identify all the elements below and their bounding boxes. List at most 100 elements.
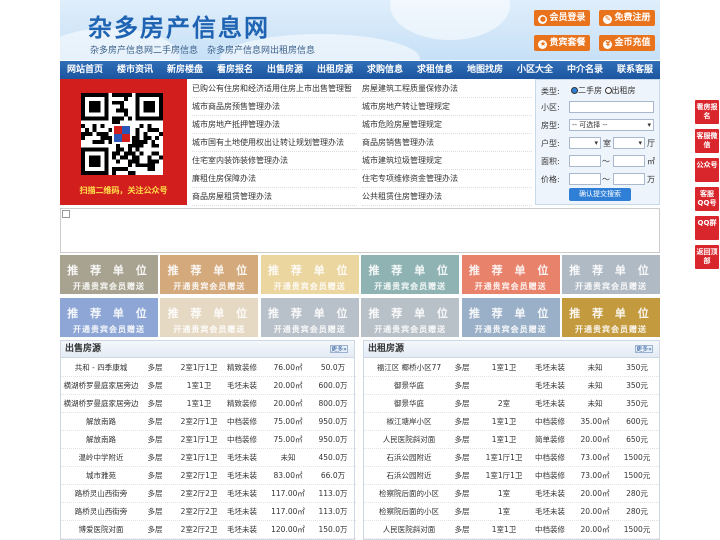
recommended-ad[interactable]: 推 荐 单 位开通贵宾会员赠送 <box>562 255 660 294</box>
sale-more-button[interactable]: 更多» <box>330 345 348 353</box>
policy-link[interactable]: 城市房地产转让管理规定 <box>362 98 532 116</box>
sidebar-wechat-button[interactable]: 客服微信 <box>695 129 719 153</box>
location[interactable]: 福江区 椰桥小区77 <box>364 359 454 377</box>
listing-row[interactable]: 人民医院斜对面 多层 1室1卫 简单装修 20.00㎡ 650元 <box>364 431 659 449</box>
recommended-ad[interactable]: 推 荐 单 位开通贵宾会员赠送 <box>160 298 259 337</box>
policy-link[interactable]: 城市危险房屋管理规定 <box>362 116 532 134</box>
location[interactable]: 石浜公园附近 <box>364 467 454 485</box>
coin-recharge-button[interactable]: ¥ 金币充值 <box>599 35 655 51</box>
vip-package-button[interactable]: ★ 贵宾套餐 <box>534 35 590 51</box>
listing-row[interactable]: 路桥灵山西街旁 多层 2室2厅2卫 毛坯未装 117.00㎡ 113.0万 <box>61 503 356 521</box>
listing-row[interactable]: 福江区 椰桥小区77 多层 1室1卫 毛坯未装 未知 350元 <box>364 359 659 377</box>
policy-link[interactable]: 已购公有住房和经济适用住房上市出售管理暂 <box>192 80 357 98</box>
search-submit-button[interactable]: 确认提交搜索 <box>569 188 631 201</box>
policy-link[interactable]: 城市建筑垃圾管理规定 <box>362 152 532 170</box>
recommended-ad[interactable]: 推 荐 单 位开通贵宾会员赠送 <box>361 298 460 337</box>
location[interactable]: 温岭中学附近 <box>61 449 141 467</box>
location[interactable]: 御景华庭 <box>364 395 454 413</box>
recommended-ad[interactable]: 推 荐 单 位开通贵宾会员赠送 <box>260 255 359 294</box>
hall-select[interactable]: ▾ <box>613 137 645 149</box>
nav-item[interactable]: 新房楼盘 <box>160 61 210 79</box>
listing-row[interactable]: 人民医院斜对面 多层 1室1卫 中档装修 20.00㎡ 1500元 <box>364 521 659 539</box>
location[interactable]: 检察院后面的小区 <box>364 503 454 521</box>
nav-item[interactable]: 中介名录 <box>560 61 610 79</box>
policy-link[interactable]: 城市房地产抵押管理办法 <box>192 116 357 134</box>
policy-link[interactable]: 廉租住房保障办法 <box>192 170 357 188</box>
listing-row[interactable]: 解放南路 多层 2室1厅1卫 中档装修 75.00㎡ 950.0万 <box>61 431 356 449</box>
nav-item[interactable]: 楼市资讯 <box>110 61 160 79</box>
listing-row[interactable]: 博爱医院对面 多层 2室2厅2卫 毛坯未装 120.00㎡ 150.0万 <box>61 521 356 539</box>
policy-link[interactable]: 城市国有土地使用权出让转让规划管理办法 <box>192 134 357 152</box>
sidebar-back-to-top-button[interactable]: 返回顶部 <box>695 245 719 269</box>
recommended-ad[interactable]: 推 荐 单 位开通贵宾会员赠送 <box>60 255 158 294</box>
recommended-ad[interactable]: 推 荐 单 位开通贵宾会员赠送 <box>60 298 158 337</box>
policy-link[interactable]: 房屋建筑工程质量保修办法 <box>362 80 532 98</box>
location[interactable]: 解放南路 <box>61 413 141 431</box>
type-radio-group[interactable]: 二手房 出租房 <box>571 85 636 96</box>
listing-row[interactable]: 椒江塘岸小区 多层 1室1卫 中档装修 35.00㎡ 600元 <box>364 413 659 431</box>
policy-link[interactable]: 商品房销售管理办法 <box>362 134 532 152</box>
policy-link[interactable]: 城市商品房预售管理办法 <box>192 98 357 116</box>
radio-icon[interactable] <box>604 87 612 94</box>
location[interactable]: 共和 - 四季康城 <box>61 359 141 377</box>
location[interactable]: 检察院后面的小区 <box>364 485 454 503</box>
area-min-input[interactable] <box>569 155 601 167</box>
recommended-ad[interactable]: 推 荐 单 位开通贵宾会员赠送 <box>160 255 259 294</box>
house-type-select[interactable]: -- 可选择 -- ▾ <box>569 119 654 131</box>
location[interactable]: 路桥灵山西街旁 <box>61 503 141 521</box>
recommended-ad[interactable]: 推 荐 单 位开通贵宾会员赠送 <box>361 255 460 294</box>
listing-row[interactable]: 御景华庭 多层 毛坯未装 未知 350元 <box>364 377 659 395</box>
listing-row[interactable]: 温岭中学附近 多层 2室1厅1卫 毛坯未装 未知 450.0万 <box>61 449 356 467</box>
location[interactable]: 城市雅苑 <box>61 467 141 485</box>
recommended-ad[interactable]: 推 荐 单 位开通贵宾会员赠送 <box>260 298 359 337</box>
location[interactable]: 博爱医院对面 <box>61 521 141 539</box>
listing-row[interactable]: 石浜公园附近 多层 1室1厅1卫 中档装修 73.00㎡ 1500元 <box>364 467 659 485</box>
location[interactable]: 椒江塘岸小区 <box>364 413 454 431</box>
listing-row[interactable]: 共和 - 四季康城 多层 2室1厅1卫 精致装修 76.00㎡ 50.0万 <box>61 359 356 377</box>
listing-row[interactable]: 城市雅苑 多层 2室2厅1卫 毛坯未装 83.00㎡ 66.0万 <box>61 467 356 485</box>
policy-link[interactable]: 公共租赁住房管理办法 <box>362 188 532 206</box>
location[interactable]: 人民医院斜对面 <box>364 521 454 539</box>
nav-item[interactable]: 联系客服 <box>610 61 660 79</box>
location[interactable]: 解放南路 <box>61 431 141 449</box>
listing-row[interactable]: 检察院后面的小区 多层 1室 毛坯未装 20.00㎡ 280元 <box>364 485 659 503</box>
nav-item[interactable]: 地图找房 <box>460 61 510 79</box>
site-title[interactable]: 杂多房产信息网 <box>88 8 270 43</box>
sidebar-tour-signup-button[interactable]: 看房报名 <box>695 100 719 124</box>
nav-item[interactable]: 看房报名 <box>210 61 260 79</box>
policy-link[interactable]: 商品房屋租赁管理办法 <box>192 188 357 206</box>
recommended-ad[interactable]: 推 荐 单 位开通贵宾会员赠送 <box>461 255 560 294</box>
banner-image[interactable] <box>60 208 660 253</box>
location[interactable]: 人民医院斜对面 <box>364 431 454 449</box>
sidebar-qq-group-button[interactable]: QQ群 <box>695 216 719 240</box>
listing-row[interactable]: 横湖桥罗曼庭家居旁边 多层 1室1卫 毛坯未装 20.00㎡ 600.0万 <box>61 377 356 395</box>
room-select[interactable]: ▾ <box>569 137 601 149</box>
district-input[interactable] <box>569 101 654 113</box>
nav-item[interactable]: 求租信息 <box>410 61 460 79</box>
location[interactable]: 横湖桥罗曼庭家居旁边 <box>61 395 141 413</box>
area-max-input[interactable] <box>613 155 645 167</box>
listing-row[interactable]: 检察院后面的小区 多层 1室 毛坯未装 20.00㎡ 280元 <box>364 503 659 521</box>
price-max-input[interactable] <box>613 173 645 185</box>
listing-row[interactable]: 御景华庭 多层 2室 毛坯未装 未知 350元 <box>364 395 659 413</box>
price-min-input[interactable] <box>569 173 601 185</box>
nav-item[interactable]: 出租房源 <box>310 61 360 79</box>
policy-link[interactable]: 住宅室内装饰装修管理办法 <box>192 152 357 170</box>
listing-row[interactable]: 路桥灵山西街旁 多层 2室2厅2卫 毛坯未装 117.00㎡ 113.0万 <box>61 485 356 503</box>
nav-item[interactable]: 出售房源 <box>260 61 310 79</box>
recommended-ad[interactable]: 推 荐 单 位开通贵宾会员赠送 <box>562 298 660 337</box>
register-button[interactable]: ✎ 免费注册 <box>599 10 655 26</box>
listing-row[interactable]: 解放南路 多层 2室2厅1卫 中档装修 75.00㎡ 950.0万 <box>61 413 356 431</box>
nav-item[interactable]: 网站首页 <box>60 61 110 79</box>
nav-item[interactable]: 小区大全 <box>510 61 560 79</box>
sidebar-official-account-button[interactable]: 公众号 <box>695 158 719 182</box>
listing-row[interactable]: 石浜公园附近 多层 1室1厅1卫 中档装修 73.00㎡ 1500元 <box>364 449 659 467</box>
location[interactable]: 路桥灵山西街旁 <box>61 485 141 503</box>
radio-selected-icon[interactable] <box>571 87 578 94</box>
listing-row[interactable]: 横湖桥罗曼庭家居旁边 多层 1室1卫 精致装修 20.00㎡ 800.0万 <box>61 395 356 413</box>
recommended-ad[interactable]: 推 荐 单 位开通贵宾会员赠送 <box>461 298 560 337</box>
nav-item[interactable]: 求购信息 <box>360 61 410 79</box>
rent-more-button[interactable]: 更多» <box>635 345 653 353</box>
location[interactable]: 御景华庭 <box>364 377 454 395</box>
policy-link[interactable]: 住宅专项维修资金管理办法 <box>362 170 532 188</box>
